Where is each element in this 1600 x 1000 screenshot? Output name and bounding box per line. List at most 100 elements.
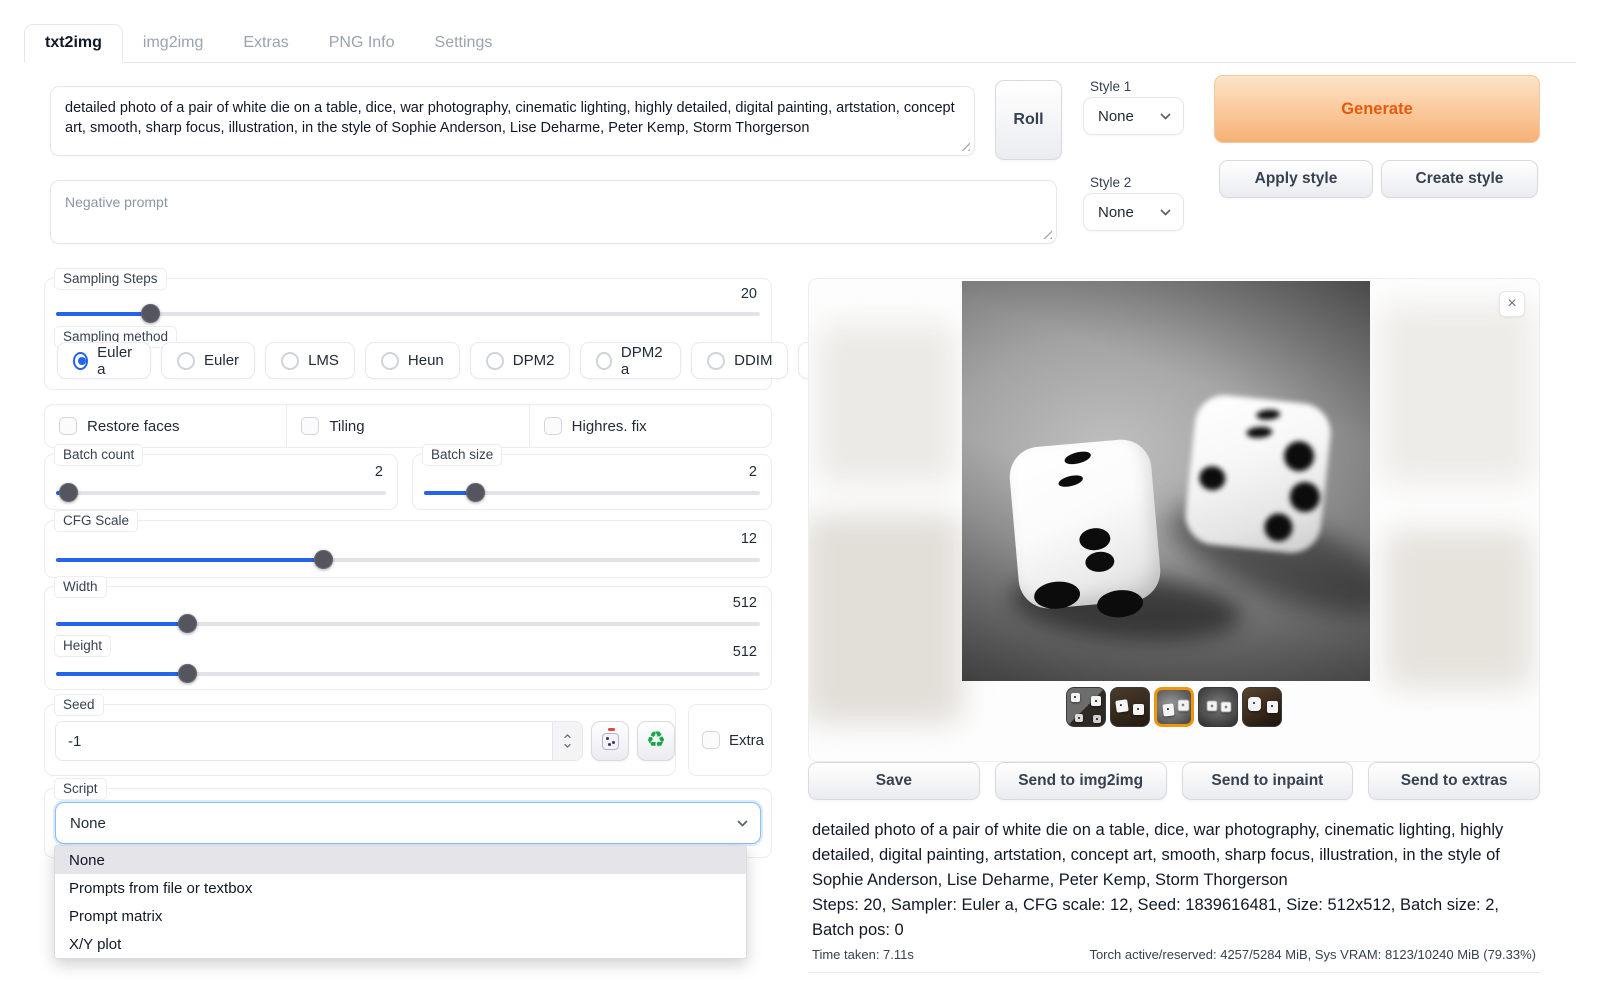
script-label: Script	[54, 778, 107, 800]
radio-label: DPM2	[513, 352, 555, 369]
tab-png-info[interactable]: PNG Info	[309, 25, 415, 62]
height-slider[interactable]	[56, 665, 760, 683]
checkbox	[59, 417, 77, 435]
blurred-backdrop	[1384, 529, 1534, 689]
thumbnail-4[interactable]	[1198, 687, 1238, 727]
output-params-text: Steps: 20, Sampler: Euler a, CFG scale: …	[812, 893, 1536, 943]
radio-ddim[interactable]: DDIM	[691, 342, 788, 379]
seed-input[interactable]: -1	[55, 721, 583, 761]
create-style-button[interactable]: Create style	[1381, 160, 1538, 198]
generation-info-panel: detailed photo of a pair of white die on…	[808, 812, 1540, 973]
style2-value: None	[1098, 204, 1134, 221]
random-seed-button[interactable]	[591, 721, 629, 761]
send-to-inpaint-button[interactable]: Send to inpaint	[1182, 762, 1354, 800]
style2-select[interactable]: None	[1083, 193, 1184, 231]
radio-dpm2[interactable]: DPM2	[470, 342, 571, 379]
batch-count-card: Batch count 2	[44, 454, 398, 510]
seed-stepper[interactable]	[552, 722, 582, 760]
close-button[interactable]: ×	[1499, 291, 1525, 317]
blurred-backdrop	[817, 324, 957, 484]
generate-button[interactable]: Generate	[1214, 75, 1540, 143]
dimensions-card: Width 512 Height 512	[44, 586, 772, 690]
radio-dpm2-a[interactable]: DPM2 a	[580, 342, 681, 379]
thumbnail-3-selected[interactable]	[1154, 687, 1194, 727]
tab-settings[interactable]: Settings	[415, 25, 513, 62]
gallery-image[interactable]	[962, 281, 1370, 681]
close-icon: ×	[1507, 295, 1516, 313]
send-to-extras-button[interactable]: Send to extras	[1368, 762, 1540, 800]
radio-dot	[281, 352, 299, 370]
height-value: 512	[733, 644, 757, 660]
width-slider[interactable]	[56, 615, 760, 633]
radio-dot	[381, 352, 399, 370]
radio-dot	[177, 352, 195, 370]
batch-size-card: Batch size 2	[412, 454, 772, 510]
reuse-seed-button[interactable]: ♻	[637, 721, 675, 761]
blurred-backdrop	[1379, 304, 1535, 484]
slider-track[interactable]	[56, 491, 386, 495]
batch-count-slider[interactable]	[56, 484, 386, 502]
checkbox	[544, 417, 562, 435]
thumbnail-2[interactable]	[1110, 687, 1150, 727]
save-button[interactable]: Save	[808, 762, 980, 800]
thumbnail-1[interactable]	[1066, 687, 1106, 727]
highres-fix-checkbox[interactable]: Highres. fix	[530, 405, 771, 447]
sampling-steps-slider[interactable]	[56, 305, 760, 323]
prompt-input[interactable]: detailed photo of a pair of white die on…	[50, 86, 975, 156]
thumbnail-5[interactable]	[1242, 687, 1282, 727]
script-option-none[interactable]: None	[55, 846, 746, 874]
radio-label: DPM2 a	[621, 344, 665, 378]
checkbox-label: Restore faces	[87, 418, 180, 435]
tab-txt2img[interactable]: txt2img	[24, 24, 123, 63]
radio-euler-a[interactable]: Euler a	[57, 342, 151, 379]
gallery-panel: ×	[808, 278, 1540, 762]
batch-count-value: 2	[375, 464, 383, 480]
radio-heun[interactable]: Heun	[365, 342, 460, 379]
height-label: Height	[54, 635, 111, 657]
tab-img2img[interactable]: img2img	[123, 25, 223, 62]
slider-knob[interactable]	[141, 304, 160, 323]
stepper-down-icon[interactable]	[563, 742, 572, 749]
script-option-prompt-matrix[interactable]: Prompt matrix	[55, 902, 746, 930]
send-to-img2img-button[interactable]: Send to img2img	[995, 762, 1167, 800]
apply-style-button[interactable]: Apply style	[1219, 160, 1373, 198]
output-prompt-text: detailed photo of a pair of white die on…	[812, 818, 1536, 893]
roll-button[interactable]: Roll	[995, 80, 1062, 160]
radio-dot	[596, 352, 611, 370]
slider-knob[interactable]	[178, 664, 197, 683]
radio-euler[interactable]: Euler	[161, 342, 255, 379]
script-select[interactable]: None	[55, 802, 761, 844]
radio-dot	[486, 352, 504, 370]
cfg-slider[interactable]	[56, 551, 760, 569]
script-option-prompts-from-file[interactable]: Prompts from file or textbox	[55, 874, 746, 902]
checkbox	[301, 417, 319, 435]
tab-bar: txt2img img2img Extras PNG Info Settings	[24, 26, 1576, 63]
batch-size-value: 2	[749, 464, 757, 480]
radio-label: Heun	[408, 352, 444, 369]
slider-knob[interactable]	[178, 614, 197, 633]
tiling-checkbox[interactable]: Tiling	[287, 405, 529, 447]
slider-knob[interactable]	[314, 550, 333, 569]
output-button-row: Save Send to img2img Send to inpaint Sen…	[808, 762, 1540, 800]
radio-lms[interactable]: LMS	[265, 342, 355, 379]
stepper-up-icon[interactable]	[563, 733, 572, 740]
batch-size-slider[interactable]	[424, 484, 760, 502]
extra-checkbox[interactable]: Extra	[689, 705, 771, 749]
tab-extras[interactable]: Extras	[223, 25, 308, 62]
slider-knob[interactable]	[466, 483, 485, 502]
die-right	[1183, 392, 1334, 555]
thumbnail-strip	[809, 687, 1539, 727]
script-option-xy-plot[interactable]: X/Y plot	[55, 930, 746, 958]
style2-label: Style 2	[1090, 175, 1131, 190]
style1-select[interactable]: None	[1083, 97, 1184, 135]
radio-label: Euler	[204, 352, 239, 369]
script-dropdown-menu: None Prompts from file or textbox Prompt…	[54, 845, 747, 959]
negative-prompt-input[interactable]: Negative prompt	[50, 180, 1057, 244]
checkbox-label: Highres. fix	[572, 418, 647, 435]
batch-size-label: Batch size	[422, 444, 502, 466]
restore-faces-checkbox[interactable]: Restore faces	[45, 405, 287, 447]
sampling-steps-label: Sampling Steps	[54, 268, 167, 290]
slider-knob[interactable]	[59, 483, 78, 502]
slider-track[interactable]	[56, 312, 760, 316]
extra-card: Extra	[688, 704, 772, 776]
